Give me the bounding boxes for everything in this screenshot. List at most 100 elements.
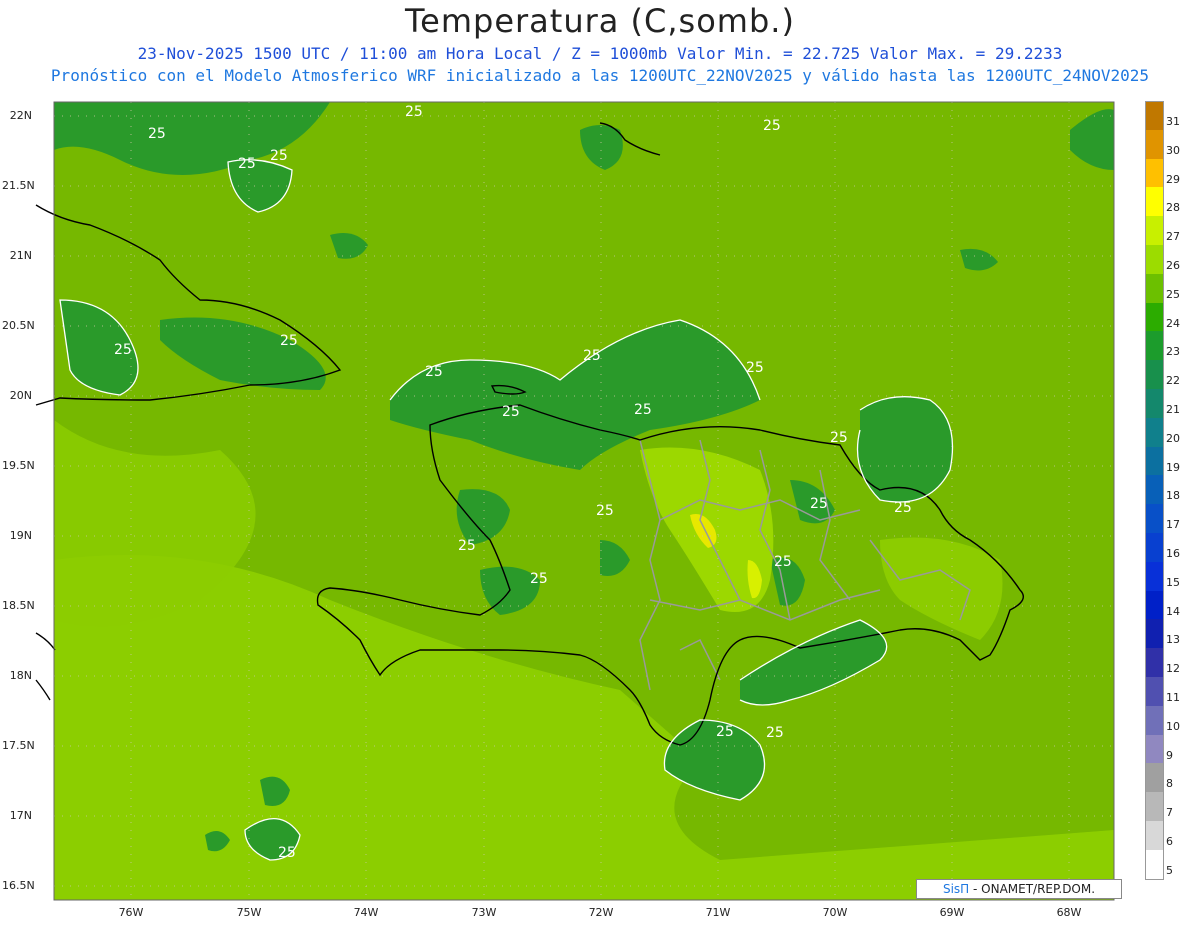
lat-tick-label: 18N xyxy=(9,669,32,682)
colorbar-swatch xyxy=(1145,734,1164,764)
colorbar-label: 27 xyxy=(1166,230,1180,244)
lon-tick-label: 72W xyxy=(588,906,614,919)
colorbar-label: 13 xyxy=(1166,633,1180,647)
colorbar-label: 31 xyxy=(1166,115,1180,128)
colorbar-label: 17 xyxy=(1166,518,1180,532)
colorbar-label: 22 xyxy=(1166,374,1180,388)
lat-tick-label: 22N xyxy=(9,109,32,122)
lon-tick-label: 68W xyxy=(1056,906,1082,919)
lon-tick-label: 74W xyxy=(353,906,379,919)
colorbar-swatch xyxy=(1145,129,1164,160)
colorbar-swatch xyxy=(1145,101,1164,132)
colorbar-label: 21 xyxy=(1166,403,1180,416)
valid-time-line: 23-Nov-2025 1500 UTC / 11:00 am Hora Loc… xyxy=(137,44,1063,63)
colorbar-swatch xyxy=(1145,763,1164,793)
lat-tick-label: 21.5N xyxy=(2,179,35,192)
colorbar-swatch xyxy=(1145,475,1164,505)
contour-label: 25 xyxy=(530,571,548,587)
contour-label: 25 xyxy=(114,342,132,358)
colorbar-swatch xyxy=(1145,187,1164,217)
contour-label: 25 xyxy=(746,360,764,376)
colorbar-label: 20 xyxy=(1166,431,1180,445)
lon-tick-label: 76W xyxy=(118,906,144,919)
credit-text: - ONAMET/REP.DOM. xyxy=(969,882,1096,896)
colorbar-swatch xyxy=(1145,705,1164,736)
contour-label: 25 xyxy=(458,538,476,554)
lat-tick-label: 17N xyxy=(9,809,32,822)
colorbar-swatch xyxy=(1145,619,1164,649)
colorbar-swatch xyxy=(1145,792,1164,822)
colorbar-label: 18 xyxy=(1166,489,1180,503)
colorbar-label: 25 xyxy=(1166,287,1180,301)
contour-label: 25 xyxy=(270,148,288,164)
colorbar-label: 10 xyxy=(1166,719,1180,733)
colorbar-swatch xyxy=(1145,216,1164,246)
colorbar-swatch xyxy=(1145,677,1164,707)
contour-label: 25 xyxy=(766,725,784,741)
lat-tick-label: 19N xyxy=(9,529,32,542)
colorbar-label: 28 xyxy=(1166,201,1180,215)
colorbar-swatch xyxy=(1145,158,1164,188)
colorbar-swatch xyxy=(1145,561,1164,592)
contour-label: 25 xyxy=(278,845,296,861)
lat-tick-label: 20.5N xyxy=(2,319,35,332)
colorbar-label: 5 xyxy=(1166,863,1173,877)
lat-tick-label: 20N xyxy=(9,389,32,402)
colorbar-swatch xyxy=(1145,504,1164,534)
contour-label: 25 xyxy=(280,333,298,349)
colorbar-label: 26 xyxy=(1166,259,1180,272)
colorbar-label: 12 xyxy=(1166,662,1180,676)
colorbar-swatch xyxy=(1145,446,1164,476)
contour-label: 25 xyxy=(502,404,520,420)
colorbar-swatch xyxy=(1145,273,1164,304)
colorbar-swatch xyxy=(1145,648,1164,678)
colorbar-label: 14 xyxy=(1166,604,1180,618)
contour-label: 25 xyxy=(830,430,848,446)
lon-tick-label: 70W xyxy=(822,906,848,919)
colorbar-swatch xyxy=(1145,389,1164,419)
colorbar-label: 7 xyxy=(1166,806,1173,820)
lat-tick-label: 16.5N xyxy=(2,879,35,892)
contour-label: 25 xyxy=(810,496,828,512)
contour-label: 25 xyxy=(634,402,652,418)
map-title: Temperatura (C,somb.) xyxy=(405,2,795,40)
credit-brand: SisΠ xyxy=(942,882,970,896)
colorbar-swatch xyxy=(1145,590,1164,620)
contour-label: 25 xyxy=(596,503,614,519)
contour-label: 25 xyxy=(405,104,423,120)
colorbar-swatch xyxy=(1145,417,1164,448)
colorbar-label: 19 xyxy=(1166,460,1180,474)
colorbar-swatch xyxy=(1145,533,1164,563)
colorbar-label: 9 xyxy=(1166,748,1173,762)
lon-tick-label: 69W xyxy=(939,906,965,919)
contour-label: 25 xyxy=(238,156,256,172)
model-info-line: Pronóstico con el Modelo Atmosferico WRF… xyxy=(50,66,1150,85)
contour-label: 25 xyxy=(763,118,781,134)
colorbar-label: 24 xyxy=(1166,316,1180,330)
credit-box: SisΠ - ONAMET/REP.DOM. xyxy=(916,879,1122,899)
temperature-map: 25 25 25 25 25 25 25 25 25 25 25 25 25 2… xyxy=(35,101,1115,901)
lat-tick-label: 17.5N xyxy=(2,739,35,752)
colorbar-swatch xyxy=(1145,331,1164,361)
colorbar-swatch xyxy=(1145,360,1164,390)
colorbar-label: 16 xyxy=(1166,547,1180,560)
colorbar-swatch xyxy=(1145,821,1164,851)
lat-tick-label: 18.5N xyxy=(2,599,35,612)
colorbar-label: 30 xyxy=(1166,143,1180,157)
lat-tick-label: 21N xyxy=(9,249,32,262)
contour-label: 25 xyxy=(894,500,912,516)
colorbar-label: 15 xyxy=(1166,575,1180,589)
contour-label: 25 xyxy=(148,126,166,142)
colorbar-label: 11 xyxy=(1166,691,1180,704)
contour-label: 25 xyxy=(425,364,443,380)
colorbar-label: 8 xyxy=(1166,777,1173,791)
colorbar-label: 29 xyxy=(1166,172,1180,186)
colorbar-label: 6 xyxy=(1166,835,1173,848)
lon-tick-label: 71W xyxy=(705,906,731,919)
contour-label: 25 xyxy=(774,554,792,570)
colorbar-label: 23 xyxy=(1166,345,1180,359)
contour-label: 25 xyxy=(583,348,601,364)
lon-tick-label: 73W xyxy=(471,906,497,919)
lat-tick-label: 19.5N xyxy=(2,459,35,472)
contour-label: 25 xyxy=(716,724,734,740)
